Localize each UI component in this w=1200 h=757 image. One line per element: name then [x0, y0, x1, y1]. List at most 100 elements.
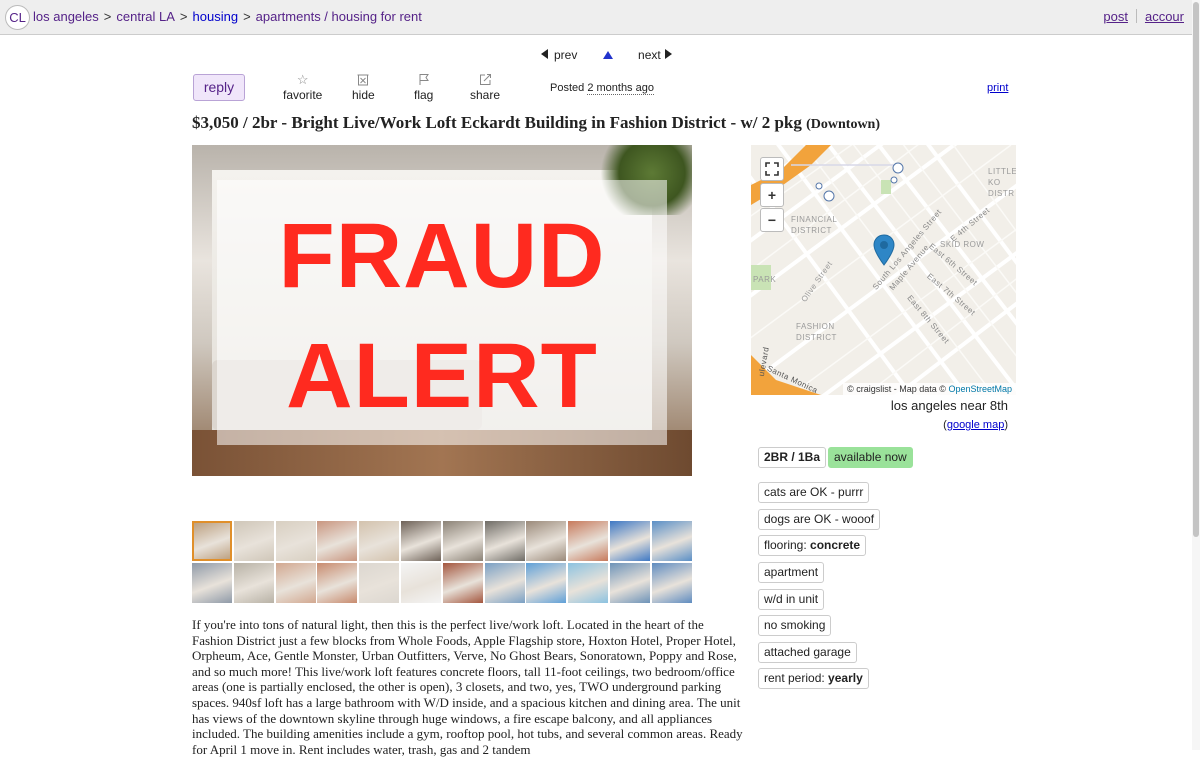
thumbnail[interactable] — [526, 563, 567, 603]
location-text: los angeles near 8th — [890, 398, 1008, 413]
fraud-alert-line2: ALERT — [286, 325, 598, 427]
location-map[interactable]: FINANCIAL DISTRICT SKID ROW PARK FASHION… — [751, 145, 1016, 395]
flag-button[interactable]: flag — [414, 73, 433, 102]
bedbath-value: 2BR / 1Ba — [764, 450, 821, 464]
breadcrumb-separator: > — [103, 9, 112, 24]
thumbnail[interactable] — [401, 563, 441, 603]
listing-neighborhood: (Downtown) — [806, 117, 880, 132]
thumbnail[interactable] — [610, 521, 650, 561]
thumbnail[interactable] — [484, 563, 525, 603]
attribute-label: apartment — [764, 565, 819, 579]
breadcrumb-los-angeles[interactable]: los angeles — [33, 9, 99, 24]
attribute-tag: rent period: yearly — [758, 668, 869, 689]
thumbnail[interactable] — [651, 563, 692, 603]
hide-button[interactable]: hide — [352, 73, 375, 102]
bedbath-tag: 2BR / 1Ba — [758, 447, 827, 468]
map-label: FASHION — [796, 322, 835, 331]
main-photo[interactable]: FRAUD ALERT — [192, 145, 692, 476]
listing-description: If you're into tons of natural light, th… — [192, 617, 743, 757]
triangle-right-icon — [664, 49, 672, 59]
breadcrumb-housing[interactable]: housing — [193, 9, 239, 24]
flag-icon — [414, 73, 433, 87]
prev-link[interactable]: prev — [541, 48, 577, 62]
attribute-tag: cats are OK - purrr — [758, 482, 870, 503]
thumbnail[interactable] — [233, 521, 274, 561]
hide-icon — [352, 73, 375, 87]
google-map-link: (google map) — [943, 419, 1008, 431]
thumbnail[interactable] — [442, 521, 483, 561]
posted-date: Posted 2 months ago — [550, 82, 654, 95]
scrollbar-thumb[interactable] — [1193, 2, 1199, 537]
breadcrumb-central-la[interactable]: central LA — [116, 9, 175, 24]
thumbnail[interactable] — [610, 563, 650, 603]
breadcrumb-separator: > — [243, 9, 251, 24]
google-map-label[interactable]: google map — [947, 419, 1005, 431]
fraud-alert-line1: FRAUD — [278, 205, 606, 307]
map-pin-icon[interactable] — [873, 234, 895, 266]
thumbnail[interactable] — [442, 563, 483, 603]
attribute-label: attached garage — [764, 645, 851, 659]
thumbnail[interactable] — [568, 563, 609, 603]
next-label: next — [638, 48, 661, 62]
attribute-tag: apartment — [758, 562, 825, 583]
map-label: DISTRICT — [796, 333, 837, 342]
map-label: SKID ROW — [940, 240, 985, 249]
map-attribution: © craigslist - Map data © OpenStreetMap — [843, 383, 1016, 395]
attribute-tag: flooring: concrete — [758, 535, 867, 556]
thumbnail[interactable] — [275, 521, 316, 561]
attribution-text: © craigslist - Map data © — [847, 384, 946, 394]
thumbnail[interactable] — [401, 521, 441, 561]
breadcrumb: los angeles > central LA > housing > apartment… — [33, 9, 422, 24]
prev-label: prev — [554, 48, 578, 62]
thumbnail[interactable] — [275, 563, 316, 603]
map-label: PARK — [753, 275, 777, 284]
favorite-button[interactable]: ☆ favorite — [283, 72, 323, 103]
attribute-label: cats are OK - purrr — [764, 485, 864, 499]
header-bar: CL los angeles > central LA > housing > apartm… — [0, 0, 1192, 35]
thumbnail[interactable] — [568, 521, 609, 561]
up-triangle-icon[interactable] — [602, 51, 613, 59]
openstreetmap-link[interactable]: OpenStreetMap — [948, 384, 1012, 394]
breadcrumb-apartments[interactable]: apartments / housing for rent — [256, 9, 422, 24]
favorite-label: favorite — [283, 88, 323, 102]
breadcrumb-separator: > — [179, 9, 188, 24]
attribute-value: concrete — [810, 538, 861, 552]
next-link[interactable]: next — [638, 48, 672, 62]
star-icon: ☆ — [296, 72, 309, 87]
zoom-out-icon[interactable]: − — [760, 208, 784, 232]
thumbnail[interactable] — [192, 521, 232, 561]
fullscreen-icon[interactable] — [760, 157, 784, 181]
attribute-tag: w/d in unit — [758, 589, 825, 610]
account-link[interactable]: accour — [1145, 9, 1184, 24]
print-link[interactable]: print — [987, 82, 1008, 94]
attribute-label: rent period: — [764, 671, 829, 685]
triangle-left-icon — [541, 49, 548, 59]
thumbnail[interactable] — [317, 563, 358, 603]
map-label: FINANCIAL — [791, 215, 838, 224]
thumbnail[interactable] — [651, 521, 692, 561]
craigslist-logo[interactable]: CL — [5, 5, 30, 30]
post-link[interactable]: post — [1103, 9, 1128, 24]
share-icon — [470, 73, 500, 87]
map-label: DISTR — [988, 189, 1015, 198]
thumbnail[interactable] — [526, 521, 567, 561]
divider — [1135, 9, 1137, 23]
share-button[interactable]: share — [470, 73, 500, 102]
thumbnail[interactable] — [359, 521, 400, 561]
thumbnail[interactable] — [317, 521, 358, 561]
map-label: DISTRICT — [791, 226, 832, 235]
scrollbar[interactable] — [1192, 0, 1200, 750]
thumbnail[interactable] — [484, 521, 525, 561]
posted-time: 2 months ago — [587, 82, 654, 95]
share-label: share — [470, 88, 501, 102]
prev-next-nav: prev next — [541, 48, 672, 62]
attribute-label: flooring: — [764, 538, 811, 552]
reply-button[interactable]: reply — [193, 74, 245, 101]
zoom-in-icon[interactable]: + — [760, 183, 784, 207]
flag-label: flag — [414, 88, 434, 102]
attribute-label: w/d in unit — [764, 592, 819, 606]
thumbnail[interactable] — [359, 563, 400, 603]
thumbnail[interactable] — [192, 563, 232, 603]
thumbnail[interactable] — [233, 563, 274, 603]
attribute-label: no smoking — [764, 618, 826, 632]
